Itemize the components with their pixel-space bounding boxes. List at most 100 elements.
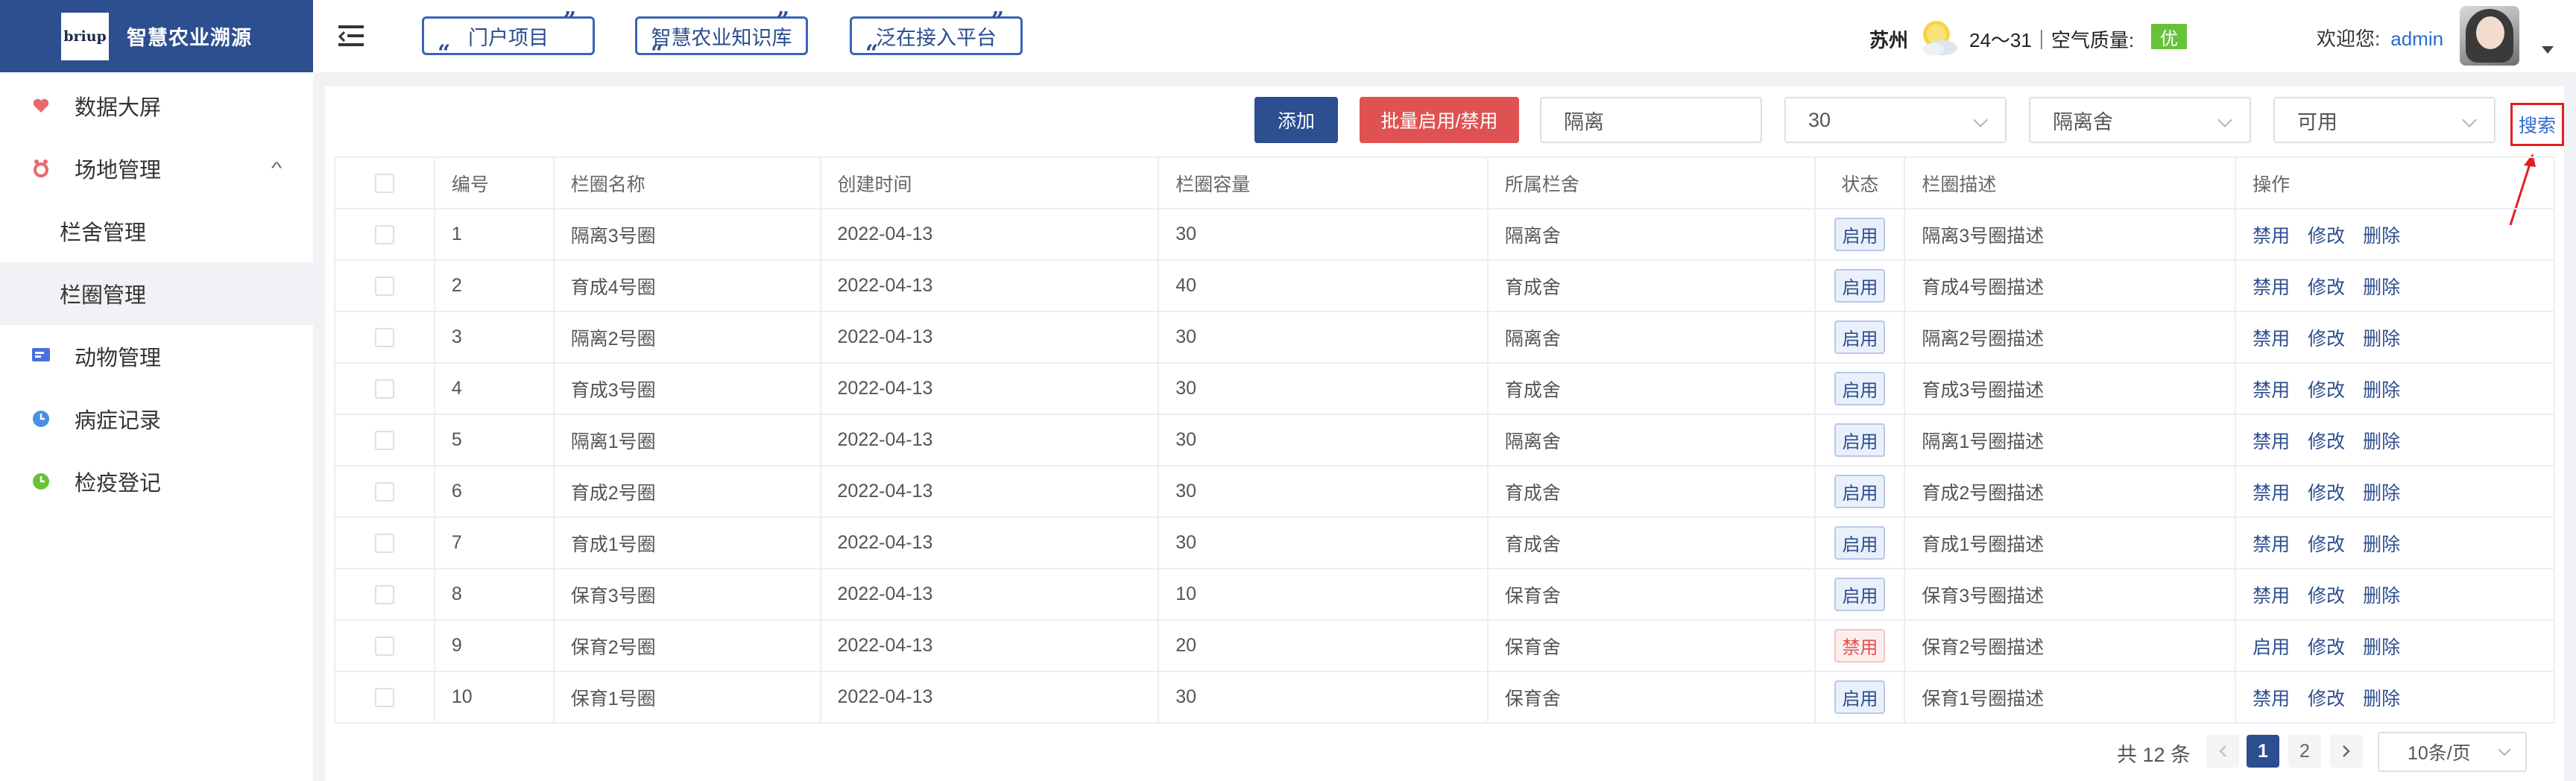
row-checkbox[interactable] [374,585,394,605]
row-checkbox[interactable] [374,276,394,297]
toggle-status-link[interactable]: 禁用 [2253,329,2290,350]
next-page-button[interactable] [2330,735,2363,768]
edit-link[interactable]: 修改 [2308,380,2345,401]
row-checkbox[interactable] [374,636,394,657]
chevron-down-icon [1973,113,1988,127]
cell-desc: 隔离1号圈描述 [1904,414,2237,467]
toggle-status-link[interactable]: 禁用 [2253,431,2290,452]
chevron-left-icon [2219,745,2226,757]
page-2-button[interactable]: 2 [2288,735,2321,768]
cell-barn: 育成舍 [1486,362,1816,415]
prev-page-button[interactable] [2206,735,2239,768]
menu-toggle-icon[interactable] [338,25,364,46]
column-header: 所属栏舍 [1486,156,1816,209]
cell-capacity: 30 [1158,362,1489,415]
add-button[interactable]: 添加 [1254,97,1338,143]
capacity-value: 30 [1808,108,1831,131]
row-checkbox[interactable] [374,225,394,245]
row-select-cell[interactable] [334,568,435,621]
cell-actions: 禁用 修改 删除 [2235,465,2555,518]
row-select-cell[interactable] [334,259,435,312]
cell-name: 保育2号圈 [552,619,821,672]
edit-link[interactable]: 修改 [2308,226,2345,247]
row-select-cell[interactable] [334,516,435,569]
sidebar-item-disease-records[interactable]: 病症记录 [0,388,313,450]
cell-actions: 禁用 修改 删除 [2235,208,2555,261]
delete-link[interactable]: 删除 [2363,586,2400,607]
column-header: 栏圈描述 [1904,156,2237,209]
status-select[interactable]: 可用 [2273,97,2496,143]
row-checkbox[interactable] [374,379,394,399]
status-badge: 启用 [1834,269,1886,303]
delete-link[interactable]: 删除 [2363,483,2400,504]
delete-link[interactable]: 删除 [2363,637,2400,658]
cell-barn: 育成舍 [1486,259,1816,312]
toggle-status-link[interactable]: 禁用 [2253,277,2290,298]
chevron-down-icon [2498,743,2511,756]
toggle-status-link[interactable]: 启用 [2253,637,2290,658]
edit-link[interactable]: 修改 [2308,431,2345,452]
edit-link[interactable]: 修改 [2308,637,2345,658]
row-checkbox[interactable] [374,482,394,502]
nav-access-platform-button[interactable]: ” 泛在接入平台 “ [850,10,1023,65]
row-select-cell[interactable] [334,311,435,364]
toggle-status-link[interactable]: 禁用 [2253,483,2290,504]
sidebar-item-quarantine-registration[interactable]: 检疫登记 [0,450,313,513]
edit-link[interactable]: 修改 [2308,483,2345,504]
pen-name-input[interactable]: 隔离 [1540,97,1762,143]
toggle-status-link[interactable]: 禁用 [2253,380,2290,401]
sidebar-item-animal-management[interactable]: 动物管理 [0,325,313,388]
edit-link[interactable]: 修改 [2308,329,2345,350]
edit-link[interactable]: 修改 [2308,689,2345,709]
delete-link[interactable]: 删除 [2363,277,2400,298]
caret-down-icon[interactable] [2542,46,2554,54]
delete-link[interactable]: 删除 [2363,431,2400,452]
row-select-cell[interactable] [334,671,435,724]
delete-link[interactable]: 删除 [2363,689,2400,709]
sidebar-item-pen-management[interactable]: 栏圈管理 [0,262,313,325]
row-checkbox[interactable] [374,534,394,554]
cell-id: 8 [433,568,555,621]
nav-knowledge-base-button[interactable]: ” 智慧农业知识库 “ [635,10,808,65]
toggle-status-link[interactable]: 禁用 [2253,689,2290,709]
delete-link[interactable]: 删除 [2363,534,2400,555]
capacity-select[interactable]: 30 [1784,97,2007,143]
row-select-cell[interactable] [334,465,435,518]
cell-name: 育成1号圈 [552,516,821,569]
row-checkbox[interactable] [374,328,394,348]
row-select-cell[interactable] [334,619,435,672]
edit-link[interactable]: 修改 [2308,534,2345,555]
select-all-cell[interactable] [334,156,435,209]
nav-portal-button[interactable]: ” 门户项目 “ [422,10,595,65]
sidebar-item-dashboard[interactable]: 数据大屏 [0,75,313,137]
row-select-cell[interactable] [334,362,435,415]
edit-link[interactable]: 修改 [2308,277,2345,298]
cell-barn: 育成舍 [1486,465,1816,518]
batch-toggle-button[interactable]: 批量启用/禁用 [1360,97,1519,143]
search-button[interactable]: 搜索 [2510,103,2564,146]
cell-desc: 育成3号圈描述 [1904,362,2237,415]
page-1-button[interactable]: 1 [2247,735,2279,768]
delete-link[interactable]: 删除 [2363,380,2400,401]
select-all-checkbox[interactable] [374,174,394,194]
cell-id: 2 [433,259,555,312]
cell-status: 启用 [1814,671,1906,724]
row-select-cell[interactable] [334,414,435,467]
sidebar-item-barn-management[interactable]: 栏舍管理 [0,200,313,262]
page-size-select[interactable]: 10条/页 [2378,732,2527,772]
barn-select[interactable]: 隔离舍 [2029,97,2251,143]
row-checkbox[interactable] [374,431,394,451]
toggle-status-link[interactable]: 禁用 [2253,226,2290,247]
table-row: 3 隔离2号圈 2022-04-13 30 隔离舍 启用 隔离2号圈描述 禁用 修改 删除 [334,311,2555,364]
delete-link[interactable]: 删除 [2363,226,2400,247]
avatar[interactable] [2460,6,2519,66]
toggle-status-link[interactable]: 禁用 [2253,534,2290,555]
row-checkbox[interactable] [374,688,394,708]
toggle-status-link[interactable]: 禁用 [2253,586,2290,607]
row-select-cell[interactable] [334,208,435,261]
delete-link[interactable]: 删除 [2363,329,2400,350]
sidebar-item-site-management[interactable]: 场地管理 ^ [0,137,313,200]
edit-link[interactable]: 修改 [2308,586,2345,607]
username-link[interactable]: admin [2390,28,2443,50]
status-badge: 启用 [1834,320,1886,354]
